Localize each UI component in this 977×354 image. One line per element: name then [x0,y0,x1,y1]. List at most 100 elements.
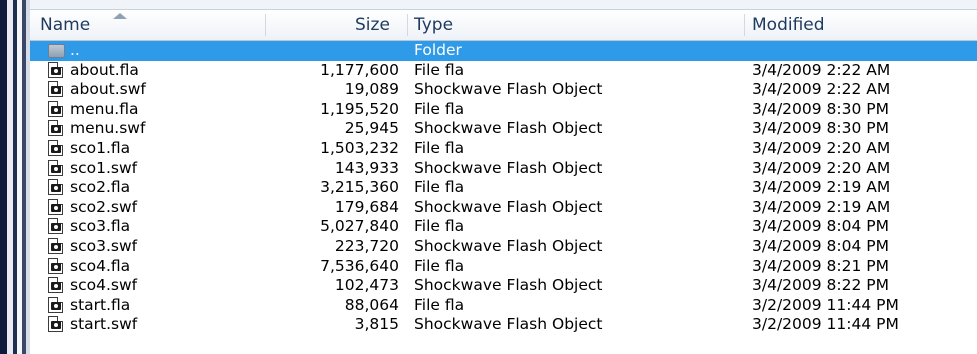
column-header-modified[interactable]: Modified [752,10,825,40]
file-row[interactable]: sco1.fla 1,503,232 File fla 3/4/2009 2:2… [30,139,977,159]
flash-file-icon [48,316,65,333]
file-size: 19,089 [344,80,399,99]
file-size: 102,473 [334,276,399,295]
file-name: sco1.swf [70,158,138,177]
file-modified: 3/4/2009 8:30 PM [752,119,889,138]
file-modified: 3/4/2009 8:22 PM [752,276,889,295]
file-type: Shockwave Flash Object [414,119,603,138]
file-name: menu.swf [70,119,146,138]
flash-file-icon [48,81,65,98]
flash-file-icon [48,277,65,294]
file-row[interactable]: sco3.swf 223,720 Shockwave Flash Object … [30,237,977,257]
file-type: File fla [414,138,465,157]
frame-edge [0,0,7,354]
file-name: sco3.swf [70,236,138,255]
column-separator[interactable] [407,14,408,36]
file-row[interactable]: about.fla 1,177,600 File fla 3/4/2009 2:… [30,61,977,81]
file-type: Shockwave Flash Object [414,197,603,216]
file-size: 223,720 [334,236,399,255]
flash-file-icon [48,159,65,177]
left-window-frame [0,0,30,354]
file-type: Folder [414,41,462,59]
file-size: 3,815 [354,315,399,334]
file-name: start.fla [70,295,131,314]
file-name: sco4.fla [70,256,131,275]
flash-file-icon [48,100,65,118]
file-row[interactable]: menu.fla 1,195,520 File fla 3/4/2009 8:3… [30,100,977,120]
file-name: about.fla [70,60,139,79]
file-modified: 3/4/2009 8:21 PM [752,256,889,275]
file-row[interactable]: sco1.swf 143,933 Shockwave Flash Object … [30,159,977,179]
file-type: Shockwave Flash Object [414,315,603,334]
column-header-size[interactable]: Size [355,10,390,40]
file-size: 1,195,520 [320,99,399,118]
column-separator[interactable] [265,14,266,36]
file-type: Shockwave Flash Object [414,276,603,295]
flash-file-icon [48,198,65,216]
file-row[interactable]: start.fla 88,064 File fla 3/2/2009 11:44… [30,296,977,316]
file-size: 179,684 [334,197,399,216]
file-modified: 3/4/2009 2:19 AM [752,197,891,216]
file-row[interactable]: menu.swf 25,945 Shockwave Flash Object 3… [30,119,977,139]
file-name: start.swf [70,315,138,334]
file-name: about.swf [70,80,146,99]
file-row[interactable]: sco4.fla 7,536,640 File fla 3/4/2009 8:2… [30,257,977,277]
file-size: 7,536,640 [320,256,399,275]
file-modified: 3/4/2009 2:20 AM [752,158,891,177]
file-name: sco4.swf [70,276,138,295]
file-modified: 3/4/2009 8:04 PM [752,217,889,236]
flash-file-icon [48,179,65,196]
flash-file-icon [48,120,65,137]
column-header-name[interactable]: Name [40,10,90,40]
file-row[interactable]: sco3.fla 5,027,840 File fla 3/4/2009 8:0… [30,217,977,237]
list-top-strip [30,0,977,10]
file-size: 3,215,360 [320,178,399,197]
file-modified: 3/4/2009 8:30 PM [752,99,889,118]
file-modified: 3/4/2009 2:19 AM [752,178,891,197]
file-name: sco1.fla [70,138,131,157]
file-modified: 3/4/2009 2:22 AM [752,80,891,99]
flash-file-icon [48,61,65,79]
file-size: 5,027,840 [320,217,399,236]
file-size: 25,945 [344,119,399,138]
file-modified: 3/4/2009 2:22 AM [752,60,891,79]
flash-file-icon [48,237,65,255]
file-type: File fla [414,99,465,118]
column-header-type[interactable]: Type [414,10,453,40]
file-type: File fla [414,217,465,236]
flash-file-icon [48,257,65,275]
file-row[interactable]: sco2.fla 3,215,360 File fla 3/4/2009 2:1… [30,178,977,198]
parent-folder-row[interactable]: .. Folder [30,41,977,61]
file-name: .. [70,41,80,59]
file-rows: .. Folder about.fla 1,177,600 File fla 3… [30,41,977,335]
file-type: File fla [414,60,465,79]
file-row[interactable]: sco4.swf 102,473 Shockwave Flash Object … [30,276,977,296]
file-modified: 3/4/2009 8:04 PM [752,236,889,255]
file-type: Shockwave Flash Object [414,158,603,177]
file-modified: 3/4/2009 2:20 AM [752,138,891,157]
sort-ascending-icon [113,13,127,19]
flash-file-icon [48,139,65,157]
file-modified: 3/2/2009 11:44 PM [752,295,899,314]
column-separator[interactable] [744,14,745,36]
column-header-bar: Name Size Type Modified [30,10,977,41]
file-row[interactable]: start.swf 3,815 Shockwave Flash Object 3… [30,315,977,335]
file-size: 143,933 [334,158,399,177]
file-type: File fla [414,178,465,197]
file-size: 88,064 [344,295,399,314]
file-type: Shockwave Flash Object [414,80,603,99]
flash-file-icon [48,218,65,235]
file-row[interactable]: sco2.swf 179,684 Shockwave Flash Object … [30,198,977,218]
file-browser-window: Name Size Type Modified .. Folder about.… [0,0,977,354]
file-name: sco2.fla [70,178,131,197]
file-type: File fla [414,295,465,314]
file-size: 1,177,600 [320,60,399,79]
flash-file-icon [48,296,65,314]
file-name: sco2.swf [70,197,138,216]
file-name: sco3.fla [70,217,131,236]
file-type: Shockwave Flash Object [414,236,603,255]
file-row[interactable]: about.swf 19,089 Shockwave Flash Object … [30,80,977,100]
file-list-view[interactable]: Name Size Type Modified .. Folder about.… [30,0,977,354]
file-modified: 3/2/2009 11:44 PM [752,315,899,334]
folder-up-icon [48,42,65,59]
